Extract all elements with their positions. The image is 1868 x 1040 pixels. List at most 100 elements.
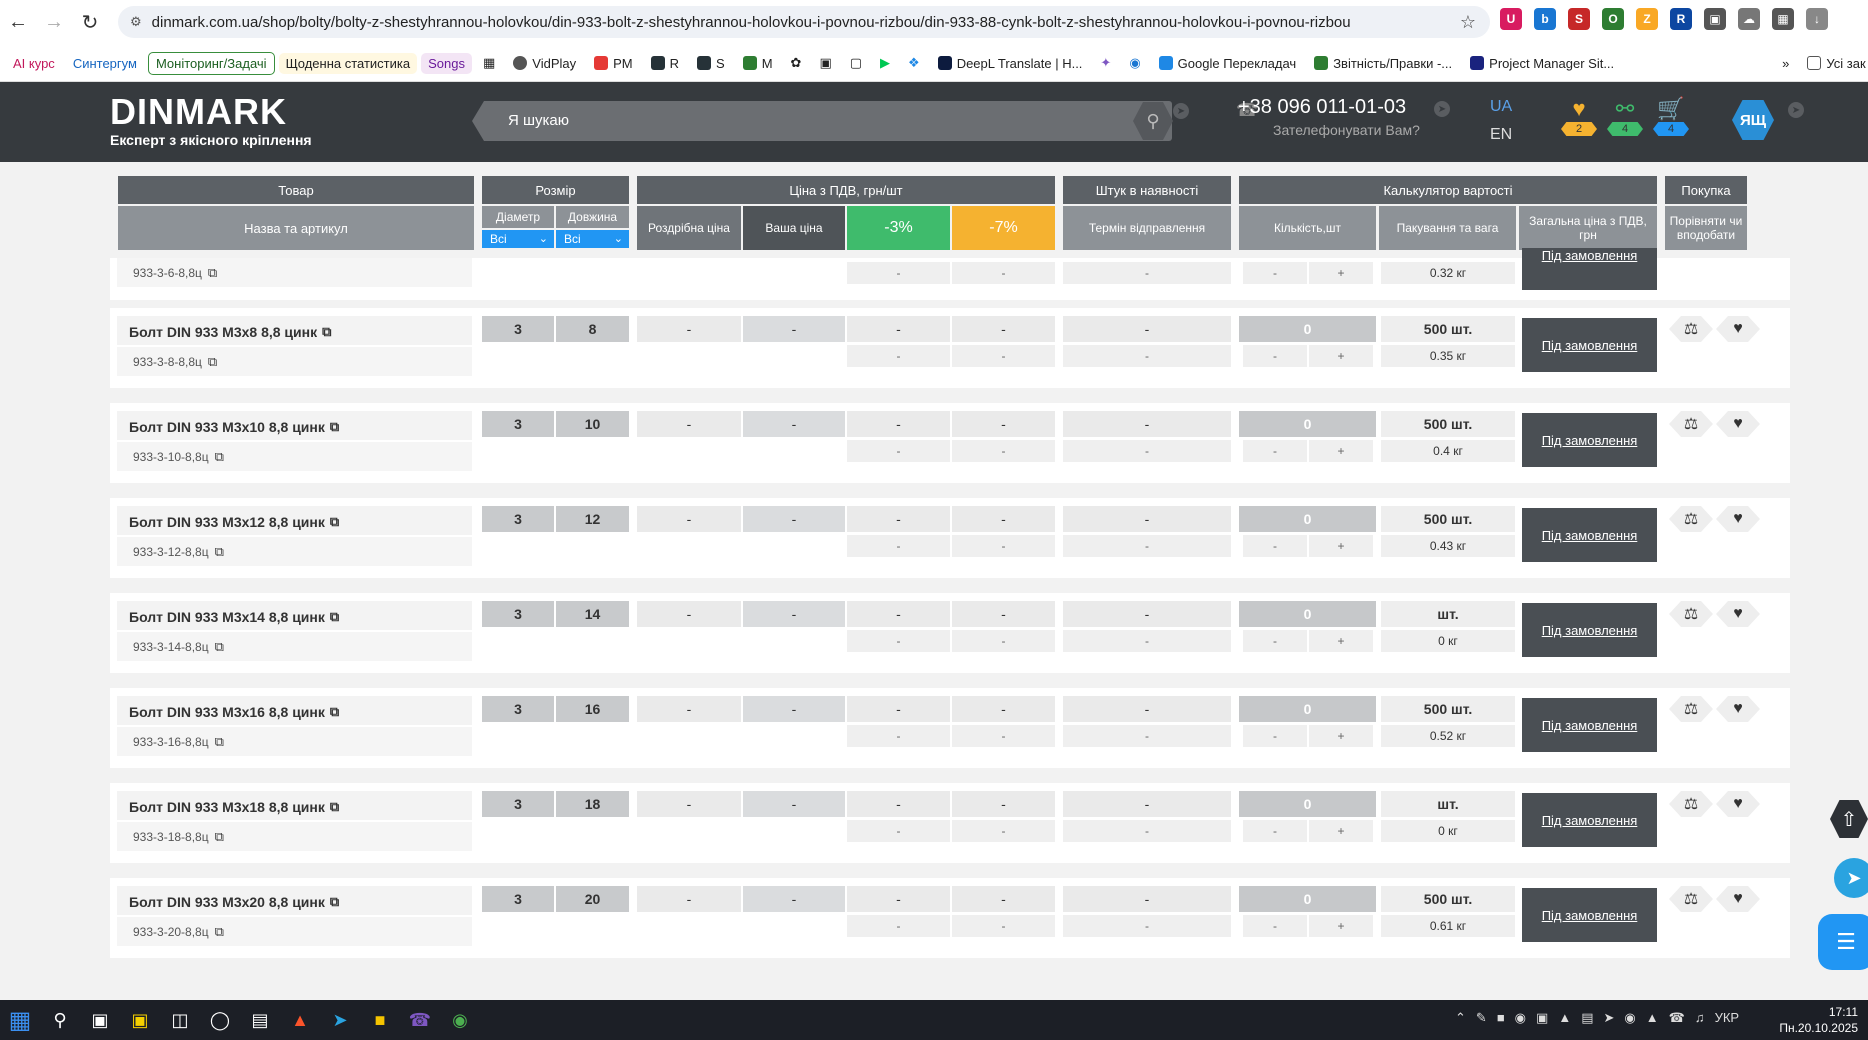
extension-icon[interactable]: b xyxy=(1534,8,1556,30)
minus-button[interactable]: - xyxy=(1243,440,1307,462)
bookmark-icon[interactable]: ◉ xyxy=(1122,52,1147,74)
product-name-link[interactable]: Болт DIN 933 M3x14 8,8 цинк ⧉ xyxy=(129,609,339,625)
tray-icon[interactable]: ◉ xyxy=(1515,1010,1526,1026)
viber-icon[interactable]: ☎ xyxy=(1669,1010,1685,1026)
order-button[interactable]: Під замовлення xyxy=(1522,698,1657,752)
bookmark-item[interactable]: S xyxy=(690,53,732,74)
favorite-heart-icon[interactable]: ♥ xyxy=(1716,601,1760,627)
minus-button[interactable]: - xyxy=(1243,345,1307,367)
tray-icon[interactable]: ▲ xyxy=(1646,1010,1659,1026)
keyboard-lang[interactable]: УКР xyxy=(1715,1010,1740,1026)
back-icon[interactable]: ← xyxy=(0,4,36,40)
chrome-icon[interactable]: ◉ xyxy=(440,1000,480,1040)
tray-icon[interactable]: ◉ xyxy=(1624,1010,1635,1026)
diameter-filter-select[interactable]: Всі ⌄ xyxy=(482,230,554,248)
quantity-input[interactable]: 0 xyxy=(1239,411,1376,437)
forward-icon[interactable]: → xyxy=(36,4,72,40)
bookmark-icon[interactable]: ❖ xyxy=(901,52,927,74)
windows-start-icon[interactable]: ▦ xyxy=(0,1000,40,1040)
product-name-link[interactable]: Болт DIN 933 M3x12 8,8 цинк ⧉ xyxy=(129,514,339,530)
sparkle-icon[interactable]: ✦ xyxy=(1093,52,1118,74)
app-icon[interactable]: ▣ xyxy=(80,1000,120,1040)
compare-scale-icon[interactable]: ⚖ xyxy=(1669,696,1713,722)
app-icon[interactable]: ◫ xyxy=(160,1000,200,1040)
cloud-icon[interactable]: ☁ xyxy=(1738,8,1760,30)
product-name-link[interactable]: Болт DIN 933 M3x20 8,8 цинк ⧉ xyxy=(129,894,339,910)
chat-icon[interactable]: ☰ xyxy=(1818,914,1868,970)
bookmark-item[interactable]: Моніторинг/Задачі xyxy=(147,51,275,75)
quantity-input[interactable]: 0 xyxy=(1239,791,1376,817)
plus-button[interactable]: + xyxy=(1309,915,1373,937)
app-icon[interactable]: ▤ xyxy=(240,1000,280,1040)
copy-icon[interactable]: ⧉ xyxy=(330,514,339,530)
plus-button[interactable]: + xyxy=(1309,820,1373,842)
clock[interactable]: 17:11 Пн.20.10.2025 xyxy=(1779,1004,1858,1036)
compare-scale-icon[interactable]: ⚖ xyxy=(1669,601,1713,627)
plus-button[interactable]: + xyxy=(1309,535,1373,557)
callback-link[interactable]: Зателефонувати Вам? xyxy=(1273,122,1420,138)
compare-scale-icon[interactable]: ⚖ xyxy=(1669,886,1713,912)
favorite-heart-icon[interactable]: ♥ xyxy=(1716,791,1760,817)
plus-button[interactable]: + xyxy=(1309,345,1373,367)
extension-icon[interactable]: Z xyxy=(1636,8,1658,30)
volume-icon[interactable]: ♫ xyxy=(1695,1010,1705,1026)
cart-button[interactable]: 🛒 4 xyxy=(1652,98,1690,136)
brave-icon[interactable]: ▲ xyxy=(280,1000,320,1040)
bookmark-item[interactable]: R xyxy=(644,53,686,74)
quantity-input[interactable]: 0 xyxy=(1239,696,1376,722)
copy-icon[interactable]: ⧉ xyxy=(330,609,339,625)
extension-icon[interactable]: U xyxy=(1500,8,1522,30)
bookmark-item[interactable]: VidPlay xyxy=(506,53,583,74)
quantity-input[interactable]: 0 xyxy=(1239,506,1376,532)
bookmark-item[interactable]: Синтергум xyxy=(66,53,144,74)
sticky-notes-icon[interactable]: ▣ xyxy=(120,1000,160,1040)
bookmark-item[interactable]: Щоденна статистика xyxy=(278,52,418,74)
copy-icon[interactable]: ⧉ xyxy=(330,704,339,720)
compare-scale-icon[interactable]: ⚖ xyxy=(1669,791,1713,817)
copy-icon[interactable]: ⧉ xyxy=(215,544,224,560)
copy-icon[interactable]: ⧉ xyxy=(215,449,224,465)
reload-icon[interactable]: ↻ xyxy=(72,4,108,40)
apps-icon[interactable]: ▦ xyxy=(476,52,502,74)
compare-button[interactable]: ⚯ 4 xyxy=(1606,98,1644,136)
copy-icon[interactable]: ⧉ xyxy=(208,265,217,281)
network-icon[interactable]: ▤ xyxy=(1581,1010,1593,1026)
plus-button[interactable]: + xyxy=(1309,725,1373,747)
search-input[interactable]: Я шукаю xyxy=(508,112,569,129)
bookmark-folder[interactable]: Усі зак xyxy=(1800,53,1868,74)
order-button[interactable]: Під замовлення xyxy=(1522,318,1657,372)
minus-button[interactable]: - xyxy=(1243,820,1307,842)
folder-icon[interactable]: ■ xyxy=(360,1000,400,1040)
product-name-link[interactable]: Болт DIN 933 M3x16 8,8 цинк ⧉ xyxy=(129,704,339,720)
app-icon[interactable]: ◯ xyxy=(200,1000,240,1040)
telegram-icon[interactable]: ➤ xyxy=(320,1000,360,1040)
favorite-heart-icon[interactable]: ♥ xyxy=(1716,696,1760,722)
favorites-button[interactable]: ♥ 2 xyxy=(1560,98,1598,136)
extension-icon[interactable]: R xyxy=(1670,8,1692,30)
bookmark-icon[interactable]: ▣ xyxy=(812,52,838,74)
order-button[interactable]: Під замовлення xyxy=(1522,248,1657,290)
pen-icon[interactable]: ✎ xyxy=(1476,1010,1487,1026)
bookmark-item[interactable]: Google Перекладач xyxy=(1152,53,1304,74)
length-filter-select[interactable]: Всі ⌄ xyxy=(556,230,629,248)
minus-button[interactable]: - xyxy=(1243,262,1307,284)
copy-icon[interactable]: ⧉ xyxy=(215,924,224,940)
plus-button[interactable]: + xyxy=(1309,440,1373,462)
copy-icon[interactable]: ⧉ xyxy=(322,324,331,340)
bookmark-item[interactable]: PM xyxy=(587,53,640,74)
compare-scale-icon[interactable]: ⚖ xyxy=(1669,506,1713,532)
quantity-input[interactable]: 0 xyxy=(1239,316,1376,342)
order-button[interactable]: Під замовлення xyxy=(1522,603,1657,657)
minus-button[interactable]: - xyxy=(1243,630,1307,652)
copy-icon[interactable]: ⧉ xyxy=(330,894,339,910)
viber-icon[interactable]: ☎ xyxy=(400,1000,440,1040)
site-logo[interactable]: DINMARK Експерт з якісного кріплення xyxy=(110,92,312,149)
download-icon[interactable]: ↓ xyxy=(1806,8,1828,30)
copy-icon[interactable]: ⧉ xyxy=(215,829,224,845)
order-button[interactable]: Під замовлення xyxy=(1522,793,1657,847)
bookmark-item[interactable]: Songs xyxy=(421,52,472,74)
tray-icon[interactable]: ■ xyxy=(1497,1010,1505,1026)
user-avatar[interactable]: ЯЩ xyxy=(1732,100,1774,140)
extension-icon[interactable]: O xyxy=(1602,8,1624,30)
site-info-icon[interactable]: ⚙ xyxy=(130,14,142,30)
